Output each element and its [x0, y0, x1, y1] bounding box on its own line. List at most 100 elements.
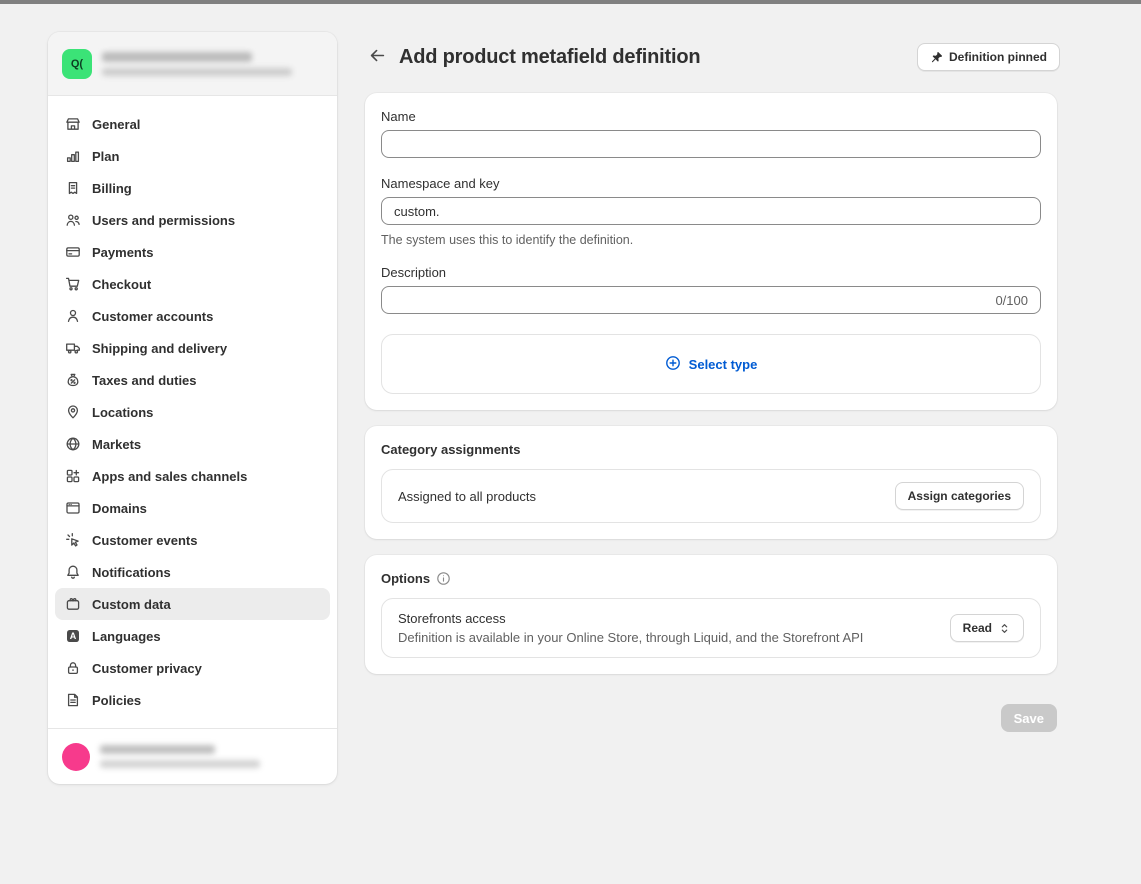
- namespace-label: Namespace and key: [381, 176, 1041, 191]
- sidebar-item-taxes-and-duties[interactable]: Taxes and duties: [55, 364, 330, 396]
- assign-categories-button[interactable]: Assign categories: [895, 482, 1024, 510]
- sidebar-item-locations[interactable]: Locations: [55, 396, 330, 428]
- sidebar-item-customer-events[interactable]: Customer events: [55, 524, 330, 556]
- description-input[interactable]: [382, 287, 995, 313]
- sidebar-item-label: Payments: [92, 245, 153, 260]
- sidebar-item-label: Locations: [92, 405, 153, 420]
- sidebar-item-notifications[interactable]: Notifications: [55, 556, 330, 588]
- store-header[interactable]: Q(: [48, 32, 337, 96]
- sidebar-item-payments[interactable]: Payments: [55, 236, 330, 268]
- cursor-click-icon: [65, 532, 81, 548]
- info-icon[interactable]: [436, 571, 451, 586]
- main-content: Add product metafield definition Definit…: [363, 40, 1060, 732]
- namespace-input[interactable]: [382, 198, 1040, 224]
- store-name-redacted: [102, 52, 252, 62]
- sidebar-item-label: Billing: [92, 181, 132, 196]
- storefronts-access-value: Read: [963, 621, 992, 635]
- sidebar-item-label: Taxes and duties: [92, 373, 197, 388]
- sidebar-item-label: Users and permissions: [92, 213, 235, 228]
- markets-globe-icon: [65, 436, 81, 452]
- svg-text:A: A: [70, 631, 77, 641]
- arrow-left-icon: [368, 46, 387, 68]
- definition-pinned-label: Definition pinned: [949, 50, 1047, 64]
- sidebar-item-label: Shipping and delivery: [92, 341, 227, 356]
- assign-categories-label: Assign categories: [908, 489, 1011, 503]
- category-assignments-row: Assigned to all products Assign categori…: [381, 469, 1041, 523]
- sidebar-item-general[interactable]: General: [55, 108, 330, 140]
- name-input[interactable]: [382, 131, 1040, 157]
- select-type-box: Select type: [381, 334, 1041, 394]
- namespace-helper-text: The system uses this to identify the def…: [381, 233, 1041, 247]
- sidebar-item-custom-data[interactable]: Custom data: [55, 588, 330, 620]
- page-title: Add product metafield definition: [399, 46, 700, 69]
- user-name-redacted: [100, 745, 215, 754]
- settings-nav: General Plan Billing Users and permissions P…: [48, 96, 337, 728]
- sidebar-item-label: Notifications: [92, 565, 171, 580]
- plan-chart-icon: [65, 148, 81, 164]
- sidebar-item-label: General: [92, 117, 140, 132]
- store-domain-redacted: [102, 68, 292, 76]
- user-avatar: [62, 743, 90, 771]
- storefronts-access-title: Storefronts access: [398, 611, 950, 626]
- category-assignment-status: Assigned to all products: [398, 489, 895, 504]
- select-type-label: Select type: [689, 357, 758, 372]
- name-label: Name: [381, 109, 1041, 124]
- settings-sidebar: Q( General Plan Billing Users and permissio…: [48, 32, 337, 784]
- sidebar-item-label: Apps and sales channels: [92, 469, 247, 484]
- top-window-strip: [0, 0, 1141, 4]
- taxes-moneybag-icon: [65, 372, 81, 388]
- sidebar-item-customer-accounts[interactable]: Customer accounts: [55, 300, 330, 332]
- save-button[interactable]: Save: [1001, 704, 1057, 732]
- sidebar-item-label: Checkout: [92, 277, 151, 292]
- user-footer[interactable]: [48, 728, 337, 784]
- updown-chevron-icon: [998, 622, 1011, 635]
- sidebar-item-billing[interactable]: Billing: [55, 172, 330, 204]
- sidebar-item-label: Customer accounts: [92, 309, 213, 324]
- category-assignments-title: Category assignments: [381, 442, 520, 457]
- sidebar-item-shipping-and-delivery[interactable]: Shipping and delivery: [55, 332, 330, 364]
- storefronts-access-description: Definition is available in your Online S…: [398, 630, 950, 645]
- back-button[interactable]: [363, 43, 391, 71]
- storefronts-access-row: Storefronts access Definition is availab…: [381, 598, 1041, 658]
- select-type-button[interactable]: Select type: [665, 355, 758, 374]
- category-assignments-card: Category assignments Assigned to all pro…: [365, 426, 1057, 539]
- namespace-field: Namespace and key: [381, 176, 1041, 225]
- pin-icon: [930, 51, 943, 64]
- sidebar-item-languages[interactable]: A Languages: [55, 620, 330, 652]
- sidebar-item-plan[interactable]: Plan: [55, 140, 330, 172]
- sidebar-item-label: Customer events: [92, 533, 197, 548]
- sidebar-item-label: Policies: [92, 693, 141, 708]
- definition-card: Name Namespace and key The system uses t…: [365, 93, 1057, 410]
- sidebar-item-apps-and-sales-channels[interactable]: Apps and sales channels: [55, 460, 330, 492]
- sidebar-item-label: Customer privacy: [92, 661, 202, 676]
- sidebar-item-label: Domains: [92, 501, 147, 516]
- sidebar-item-domains[interactable]: Domains: [55, 492, 330, 524]
- description-label: Description: [381, 265, 1041, 280]
- policies-document-icon: [65, 692, 81, 708]
- sidebar-item-label: Languages: [92, 629, 161, 644]
- options-card: Options Storefronts access Definition is…: [365, 555, 1057, 674]
- sidebar-item-label: Markets: [92, 437, 141, 452]
- user-email-redacted: [100, 760, 260, 768]
- domains-browser-icon: [65, 500, 81, 516]
- sidebar-item-customer-privacy[interactable]: Customer privacy: [55, 652, 330, 684]
- shipping-truck-icon: [65, 340, 81, 356]
- sidebar-item-checkout[interactable]: Checkout: [55, 268, 330, 300]
- description-field: Description 0/100: [381, 265, 1041, 314]
- sidebar-item-policies[interactable]: Policies: [55, 684, 330, 716]
- users-icon: [65, 212, 81, 228]
- person-icon: [65, 308, 81, 324]
- character-counter: 0/100: [995, 293, 1040, 308]
- name-field: Name: [381, 109, 1041, 158]
- sidebar-item-users-and-permissions[interactable]: Users and permissions: [55, 204, 330, 236]
- definition-pinned-button[interactable]: Definition pinned: [917, 43, 1060, 71]
- apps-grid-icon: [65, 468, 81, 484]
- lock-icon: [65, 660, 81, 676]
- storefronts-access-select[interactable]: Read: [950, 614, 1024, 642]
- billing-receipt-icon: [65, 180, 81, 196]
- translate-icon: A: [65, 628, 81, 644]
- sidebar-item-markets[interactable]: Markets: [55, 428, 330, 460]
- store-avatar: Q(: [62, 49, 92, 79]
- custom-data-icon: [65, 596, 81, 612]
- plus-circle-icon: [665, 355, 681, 374]
